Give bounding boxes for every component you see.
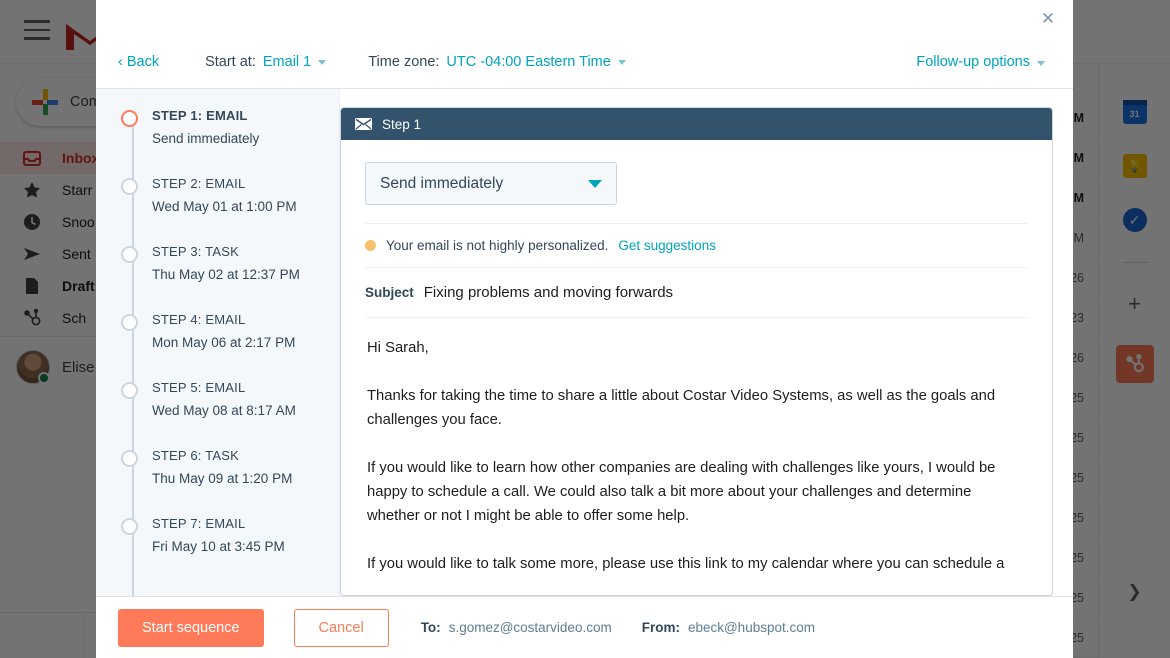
step-title: STEP 2: EMAIL [152,175,327,193]
sequence-preview-modal: ✕ ‹Back Start at: Email 1 Time zone: UTC… [96,0,1073,658]
back-label: Back [127,54,159,70]
cancel-button[interactable]: Cancel [294,609,389,647]
timeline-step-4[interactable]: STEP 4: EMAIL Mon May 06 at 2:17 PM [96,311,339,379]
start-at-value[interactable]: Email 1 [263,54,311,70]
subject-value[interactable]: Fixing problems and moving forwards [424,284,673,301]
timezone-label: Time zone: [368,54,439,70]
envelope-icon [355,118,372,130]
step-schedule: Send immediately [152,128,327,150]
step-card-area: Step 1 Send immediately Your e [340,89,1073,596]
chevron-down-icon[interactable] [618,60,626,65]
step-title: STEP 6: TASK [152,447,327,465]
start-at-label: Start at: [205,54,256,70]
chevron-down-icon[interactable] [588,180,602,188]
timeline-step-7[interactable]: STEP 7: EMAIL Fri May 10 at 3:45 PM [96,515,339,583]
step-title: STEP 1: EMAIL [152,107,327,125]
step-card-header: Step 1 [341,108,1052,140]
email-body[interactable]: Hi Sarah, Thanks for taking the time to … [341,318,1052,576]
step-bullet-icon [121,110,138,127]
step-title: STEP 5: EMAIL [152,379,327,397]
step-schedule: Thu May 02 at 12:37 PM [152,264,327,286]
chevron-left-icon: ‹ [118,54,123,70]
step-title: STEP 7: EMAIL [152,515,327,533]
close-icon[interactable]: ✕ [1035,6,1061,32]
start-at-control[interactable]: Start at: Email 1 [205,54,326,70]
step-schedule: Wed May 01 at 1:00 PM [152,196,327,218]
email-paragraph: Thanks for taking the time to share a li… [367,384,1022,432]
step-card-content: Send immediately Your email is not highl… [341,140,1052,595]
step-schedule: Mon May 06 at 2:17 PM [152,332,327,354]
email-paragraph: If you would like to talk some more, ple… [367,552,1022,576]
timeline-step-6[interactable]: STEP 6: TASK Thu May 09 at 1:20 PM [96,447,339,515]
modal-top-strip: ✕ [96,0,1073,36]
modal-header: ‹Back Start at: Email 1 Time zone: UTC -… [96,36,1073,89]
step-card-title: Step 1 [382,117,421,132]
subject-label: Subject [365,285,414,300]
to-label: To: [421,620,441,635]
personalization-notice-text: Your email is not highly personalized. [386,238,608,253]
status-badge [365,240,376,251]
start-sequence-button[interactable]: Start sequence [118,609,264,647]
step-schedule: Fri May 10 at 3:45 PM [152,536,327,558]
schedule-select[interactable]: Send immediately [365,162,617,205]
schedule-select-row: Send immediately [341,140,1052,223]
timezone-value[interactable]: UTC -04:00 Eastern Time [446,54,610,70]
timeline-step-1[interactable]: STEP 1: EMAIL Send immediately [96,107,339,175]
timeline-step-5[interactable]: STEP 5: EMAIL Wed May 08 at 8:17 AM [96,379,339,447]
sequence-timeline: STEP 1: EMAIL Send immediately STEP 2: E… [96,89,340,596]
timeline-step-2[interactable]: STEP 2: EMAIL Wed May 01 at 1:00 PM [96,175,339,243]
recipient-meta: To: s.gomez@costarvideo.com From: ebeck@… [421,620,815,635]
modal-footer: Start sequence Cancel To: s.gomez@costar… [96,596,1073,658]
from-label: From: [642,620,680,635]
email-paragraph: If you would like to learn how other com… [367,456,1022,528]
subject-row[interactable]: Subject Fixing problems and moving forwa… [341,268,1052,317]
follow-up-options-label: Follow-up options [916,54,1030,70]
step-bullet-icon [121,314,138,331]
step-schedule: Thu May 09 at 1:20 PM [152,468,327,490]
from-value[interactable]: ebeck@hubspot.com [688,620,815,635]
step-bullet-icon [121,450,138,467]
modal-body: STEP 1: EMAIL Send immediately STEP 2: E… [96,89,1073,596]
step-bullet-icon [121,246,138,263]
get-suggestions-link[interactable]: Get suggestions [618,238,716,253]
step-title: STEP 3: TASK [152,243,327,261]
step-bullet-icon [121,518,138,535]
step-card: Step 1 Send immediately Your e [340,107,1053,596]
email-paragraph: Hi Sarah, [367,336,1022,360]
chevron-down-icon[interactable] [1037,61,1045,66]
app-root: Com Inbox Starr Snoo [0,0,1170,658]
step-title: STEP 4: EMAIL [152,311,327,329]
to-value[interactable]: s.gomez@costarvideo.com [449,620,612,635]
back-button[interactable]: ‹Back [118,54,159,70]
follow-up-options-button[interactable]: Follow-up options [916,54,1045,70]
step-bullet-icon [121,178,138,195]
step-schedule: Wed May 08 at 8:17 AM [152,400,327,422]
timezone-control[interactable]: Time zone: UTC -04:00 Eastern Time [368,54,626,70]
schedule-select-value: Send immediately [380,175,503,193]
step-bullet-icon [121,382,138,399]
chevron-down-icon[interactable] [318,60,326,65]
timeline-step-3[interactable]: STEP 3: TASK Thu May 02 at 12:37 PM [96,243,339,311]
personalization-notice: Your email is not highly personalized. G… [341,224,1052,267]
